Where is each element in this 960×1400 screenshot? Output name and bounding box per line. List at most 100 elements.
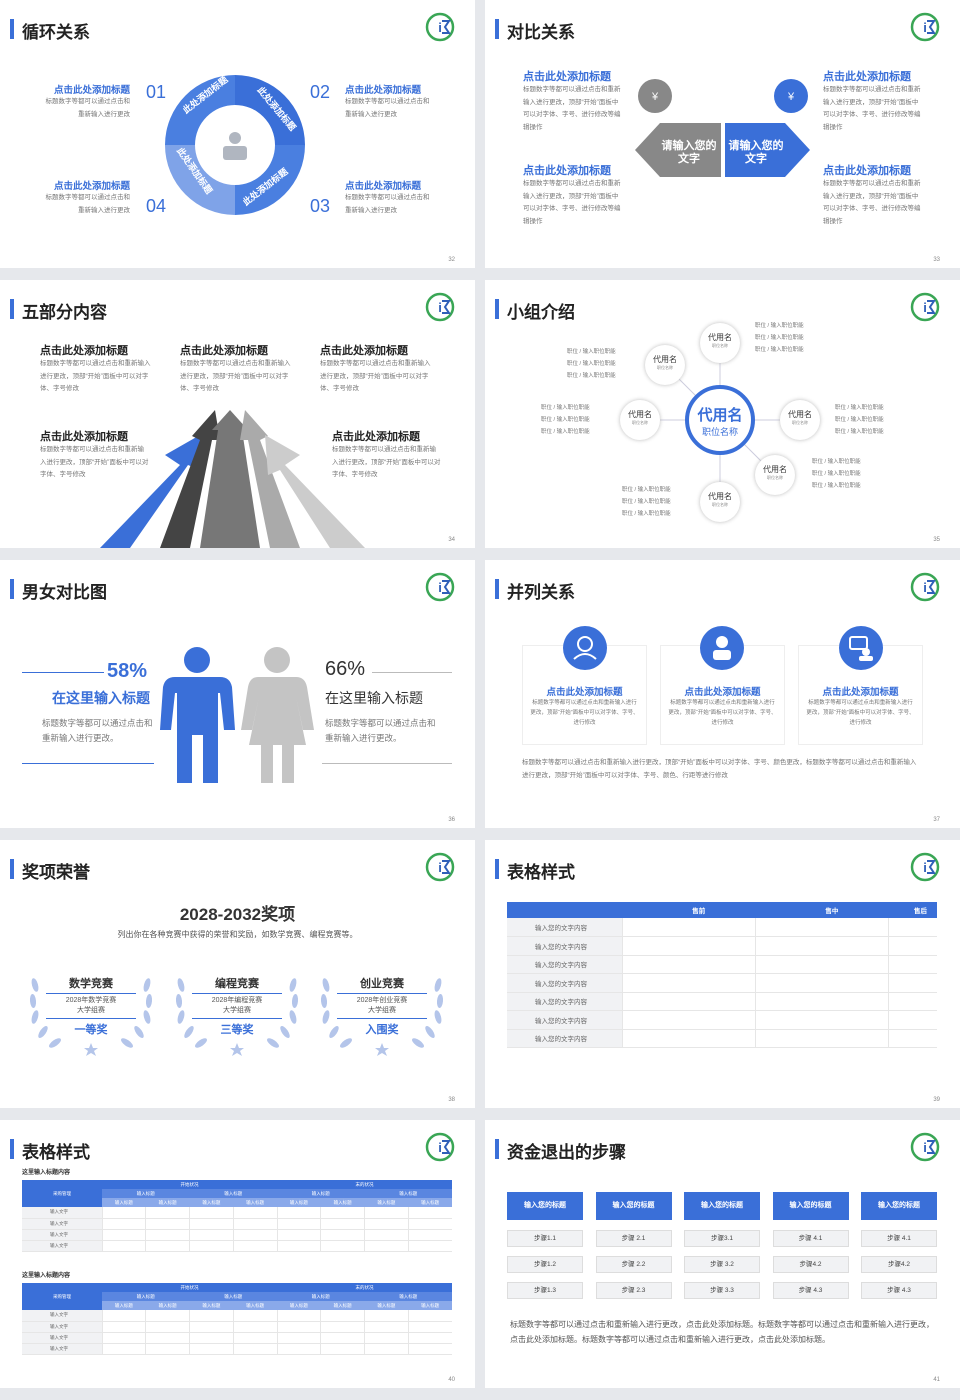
item-body: 标题数字等都可以通过点击和重新输入进行更改，顶部“开始”面板中可以对字体、字号、… bbox=[823, 86, 921, 131]
team-center-node[interactable]: 代用名 职位名称 bbox=[685, 385, 755, 455]
sub-sub-header[interactable]: 输入标题 bbox=[277, 1301, 321, 1310]
item-title[interactable]: 点击此处添加标题 bbox=[345, 178, 435, 192]
sub-sub-header[interactable]: 输入标题 bbox=[233, 1301, 277, 1310]
step-column-header[interactable]: 输入您的标题 bbox=[507, 1192, 583, 1220]
row-label[interactable]: 输入文字 bbox=[22, 1207, 102, 1218]
sub-header[interactable]: 输入标题 bbox=[277, 1292, 365, 1301]
step-cell[interactable]: 步骤4.2 bbox=[772, 1256, 849, 1273]
column-header[interactable]: 售前 bbox=[622, 902, 755, 918]
sub-sub-header[interactable]: 输入标题 bbox=[277, 1198, 321, 1207]
steps-grid: 输入您的标题 步骤1.1 步骤1.2 步骤1.3 输入您的标题 步骤 2.1 步骤 2.2 步… bbox=[507, 1192, 937, 1312]
group-header[interactable]: 末的状况 bbox=[277, 1283, 452, 1292]
row-label[interactable]: 输入文字 bbox=[22, 1343, 102, 1354]
item-title[interactable]: 点击此处添加标题 bbox=[40, 342, 155, 358]
parallel-item-2: 点击此处添加标题 标题数字等都可以通过点击和重新输入进行更改，顶部“开始”面板中… bbox=[660, 684, 785, 728]
column-header[interactable]: 售中 bbox=[755, 902, 888, 918]
step-column-header[interactable]: 输入您的标题 bbox=[861, 1192, 937, 1220]
female-percent: 66% bbox=[325, 658, 366, 680]
male-title[interactable]: 在这里输入标题 bbox=[52, 688, 150, 708]
item-title[interactable]: 点击此处添加标题 bbox=[40, 82, 130, 96]
item-title[interactable]: 点击此处添加标题 bbox=[798, 684, 923, 698]
row-header[interactable]: 采购管理 bbox=[22, 1180, 102, 1207]
step-column-header[interactable]: 输入您的标题 bbox=[595, 1192, 672, 1220]
sub-sub-header[interactable]: 输入标题 bbox=[190, 1198, 234, 1207]
part-item-2: 点击此处添加标题 标题数字等都可以通过点击和重新输入进行更改，顶部“开始”面板中… bbox=[180, 342, 295, 396]
row-label[interactable]: 输入文字 bbox=[22, 1218, 102, 1229]
item-title[interactable]: 点击此处添加标题 bbox=[523, 68, 623, 84]
step-column-header[interactable]: 输入您的标题 bbox=[684, 1192, 760, 1220]
step-cell[interactable]: 步骤 2.2 bbox=[595, 1256, 672, 1273]
group-header[interactable]: 开始状况 bbox=[102, 1180, 277, 1189]
sub-header[interactable]: 输入标题 bbox=[365, 1189, 453, 1198]
sub-sub-header[interactable]: 输入标题 bbox=[365, 1198, 409, 1207]
item-title[interactable]: 点击此处添加标题 bbox=[40, 178, 130, 192]
group-header[interactable]: 开始状况 bbox=[102, 1283, 277, 1292]
team-node[interactable]: 代用名 职位名称 bbox=[700, 482, 740, 522]
table-row: 输入您的文字内容 bbox=[507, 936, 937, 955]
team-node[interactable]: 代用名 职位名称 bbox=[645, 345, 685, 385]
row-label[interactable]: 输入文字 bbox=[22, 1332, 102, 1343]
arrow-label-right: 请输入您的文字 bbox=[728, 140, 784, 165]
step-cell[interactable]: 步骤 3.2 bbox=[684, 1256, 760, 1273]
sub-sub-header[interactable]: 输入标题 bbox=[146, 1301, 190, 1310]
sub-sub-header[interactable]: 输入标题 bbox=[321, 1198, 365, 1207]
team-node[interactable]: 代用名 职位名称 bbox=[620, 400, 660, 440]
table-row: 输入您的文字内容 bbox=[507, 992, 937, 1011]
step-cell[interactable]: 步骤 2.3 bbox=[595, 1282, 672, 1299]
sub-sub-header[interactable]: 输入标题 bbox=[190, 1301, 234, 1310]
sub-sub-header[interactable]: 输入标题 bbox=[233, 1198, 277, 1207]
step-cell[interactable]: 步骤 4.1 bbox=[772, 1230, 849, 1247]
item-title[interactable]: 点击此处添加标题 bbox=[320, 342, 435, 358]
item-title[interactable]: 点击此处添加标题 bbox=[523, 162, 623, 178]
sub-sub-header[interactable]: 输入标题 bbox=[321, 1301, 365, 1310]
slide-title: 五部分内容 bbox=[10, 298, 107, 323]
row-label[interactable]: 输入文字 bbox=[22, 1310, 102, 1321]
item-title[interactable]: 点击此处添加标题 bbox=[345, 82, 435, 96]
item-body: 标题数字等都可以通过点击和重新输入进行更改 bbox=[45, 98, 131, 118]
item-title[interactable]: 点击此处添加标题 bbox=[823, 68, 923, 84]
row-header[interactable]: 采购管理 bbox=[22, 1283, 102, 1310]
step-column-header[interactable]: 输入您的标题 bbox=[772, 1192, 849, 1220]
sub-sub-header[interactable]: 输入标题 bbox=[146, 1198, 190, 1207]
step-cell[interactable]: 步骤 4.3 bbox=[772, 1282, 849, 1299]
slide-title: 小组介绍 bbox=[495, 298, 575, 323]
step-cell[interactable]: 步骤1.2 bbox=[507, 1256, 583, 1273]
row-label[interactable]: 输入文字 bbox=[22, 1229, 102, 1240]
step-cell[interactable]: 步骤 3.3 bbox=[684, 1282, 760, 1299]
sub-header[interactable]: 输入标题 bbox=[102, 1292, 190, 1301]
female-title[interactable]: 在这里输入标题 bbox=[325, 688, 423, 708]
sub-sub-header[interactable]: 输入标题 bbox=[102, 1301, 146, 1310]
column-header[interactable]: 售后 bbox=[888, 902, 937, 918]
sub-header[interactable]: 输入标题 bbox=[102, 1189, 190, 1198]
team-node[interactable]: 代用名 职位名称 bbox=[780, 400, 820, 440]
sub-header[interactable]: 输入标题 bbox=[190, 1189, 278, 1198]
row-label[interactable]: 输入文字 bbox=[22, 1240, 102, 1251]
item-title[interactable]: 点击此处添加标题 bbox=[660, 684, 785, 698]
sub-header[interactable]: 输入标题 bbox=[365, 1292, 453, 1301]
sub-header[interactable]: 输入标题 bbox=[277, 1189, 365, 1198]
sub-sub-header[interactable]: 输入标题 bbox=[408, 1198, 452, 1207]
cycle-item-2: 点击此处添加标题 标题数字等都可以通过点击和重新输入进行更改 bbox=[345, 82, 435, 121]
sub-sub-header[interactable]: 输入标题 bbox=[365, 1301, 409, 1310]
sub-sub-header[interactable]: 输入标题 bbox=[408, 1301, 452, 1310]
item-title[interactable]: 点击此处添加标题 bbox=[522, 684, 647, 698]
step-cell[interactable]: 步骤 4.3 bbox=[861, 1282, 937, 1299]
sub-header[interactable]: 输入标题 bbox=[190, 1292, 278, 1301]
award-line: 大学组赛 bbox=[223, 1007, 251, 1014]
team-node[interactable]: 代用名 职位名称 bbox=[700, 323, 740, 363]
step-cell[interactable]: 步骤 2.1 bbox=[595, 1230, 672, 1247]
item-title[interactable]: 点击此处添加标题 bbox=[180, 342, 295, 358]
group-header[interactable]: 末的状况 bbox=[277, 1180, 452, 1189]
sub-sub-header[interactable]: 输入标题 bbox=[102, 1198, 146, 1207]
row-label[interactable]: 输入文字 bbox=[22, 1321, 102, 1332]
step-cell[interactable]: 步骤1.3 bbox=[507, 1282, 583, 1299]
compare-item-3: 点击此处添加标题 标题数字等都可以通过点击和重新输入进行更改，顶部“开始”面板中… bbox=[823, 68, 923, 134]
step-cell[interactable]: 步骤3.1 bbox=[684, 1230, 760, 1247]
step-cell[interactable]: 步骤4.2 bbox=[861, 1256, 937, 1273]
svg-text:i: i bbox=[923, 860, 927, 875]
item-title[interactable]: 点击此处添加标题 bbox=[823, 162, 923, 178]
step-cell[interactable]: 步骤1.1 bbox=[507, 1230, 583, 1247]
step-cell[interactable]: 步骤 4.1 bbox=[861, 1230, 937, 1247]
team-node[interactable]: 代用名 职位名称 bbox=[755, 455, 795, 495]
member-role: 职位名称 bbox=[701, 427, 738, 437]
